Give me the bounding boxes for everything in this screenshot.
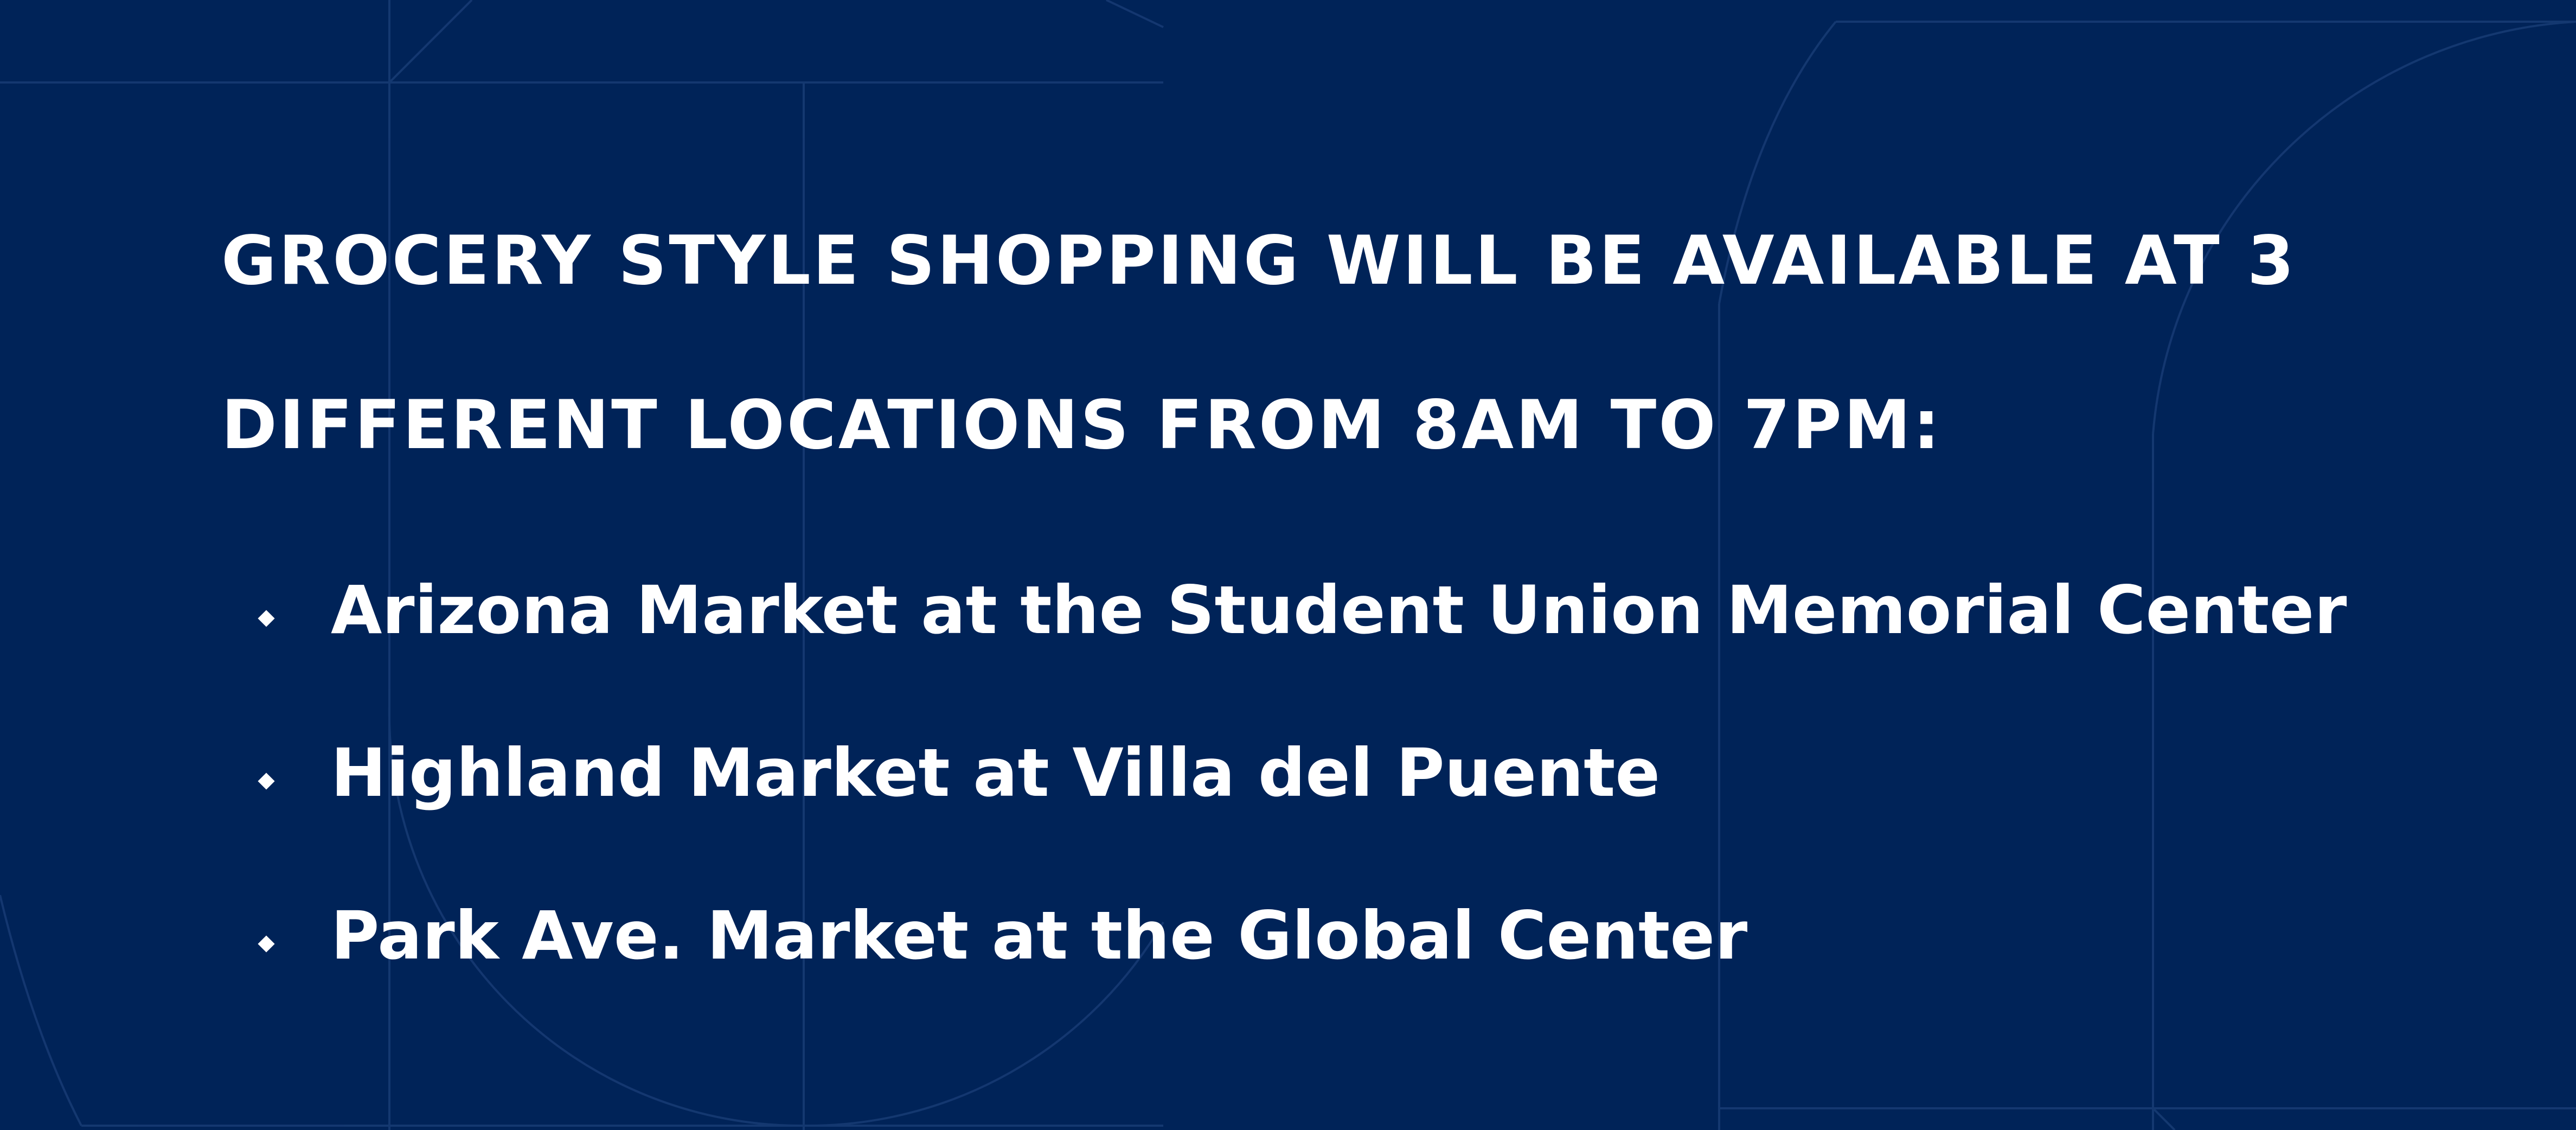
location-list: Arizona Market at the Student Union Memo… bbox=[258, 529, 2347, 1017]
location-label: Arizona Market at the Student Union Memo… bbox=[331, 572, 2347, 649]
diamond-bullet-icon bbox=[258, 610, 275, 627]
headline-line-2: DIFFERENT LOCATIONS FROM 8AM TO 7PM: bbox=[221, 386, 1942, 464]
location-label: Park Ave. Market at the Global Center bbox=[331, 897, 1748, 974]
list-item-highland-market: Highland Market at Villa del Puente bbox=[258, 692, 2347, 854]
headline: GROCERY STYLE SHOPPING WILL BE AVAILABLE… bbox=[221, 179, 2296, 508]
list-item-park-ave-market: Park Ave. Market at the Global Center bbox=[258, 854, 2347, 1017]
diamond-bullet-icon bbox=[258, 935, 275, 953]
headline-line-1: GROCERY STYLE SHOPPING WILL BE AVAILABLE… bbox=[221, 222, 2297, 300]
promo-slide: GROCERY STYLE SHOPPING WILL BE AVAILABLE… bbox=[0, 0, 2576, 1130]
location-label: Highland Market at Villa del Puente bbox=[331, 735, 1661, 812]
list-item-arizona-market: Arizona Market at the Student Union Memo… bbox=[258, 529, 2347, 692]
diamond-bullet-icon bbox=[258, 773, 275, 790]
